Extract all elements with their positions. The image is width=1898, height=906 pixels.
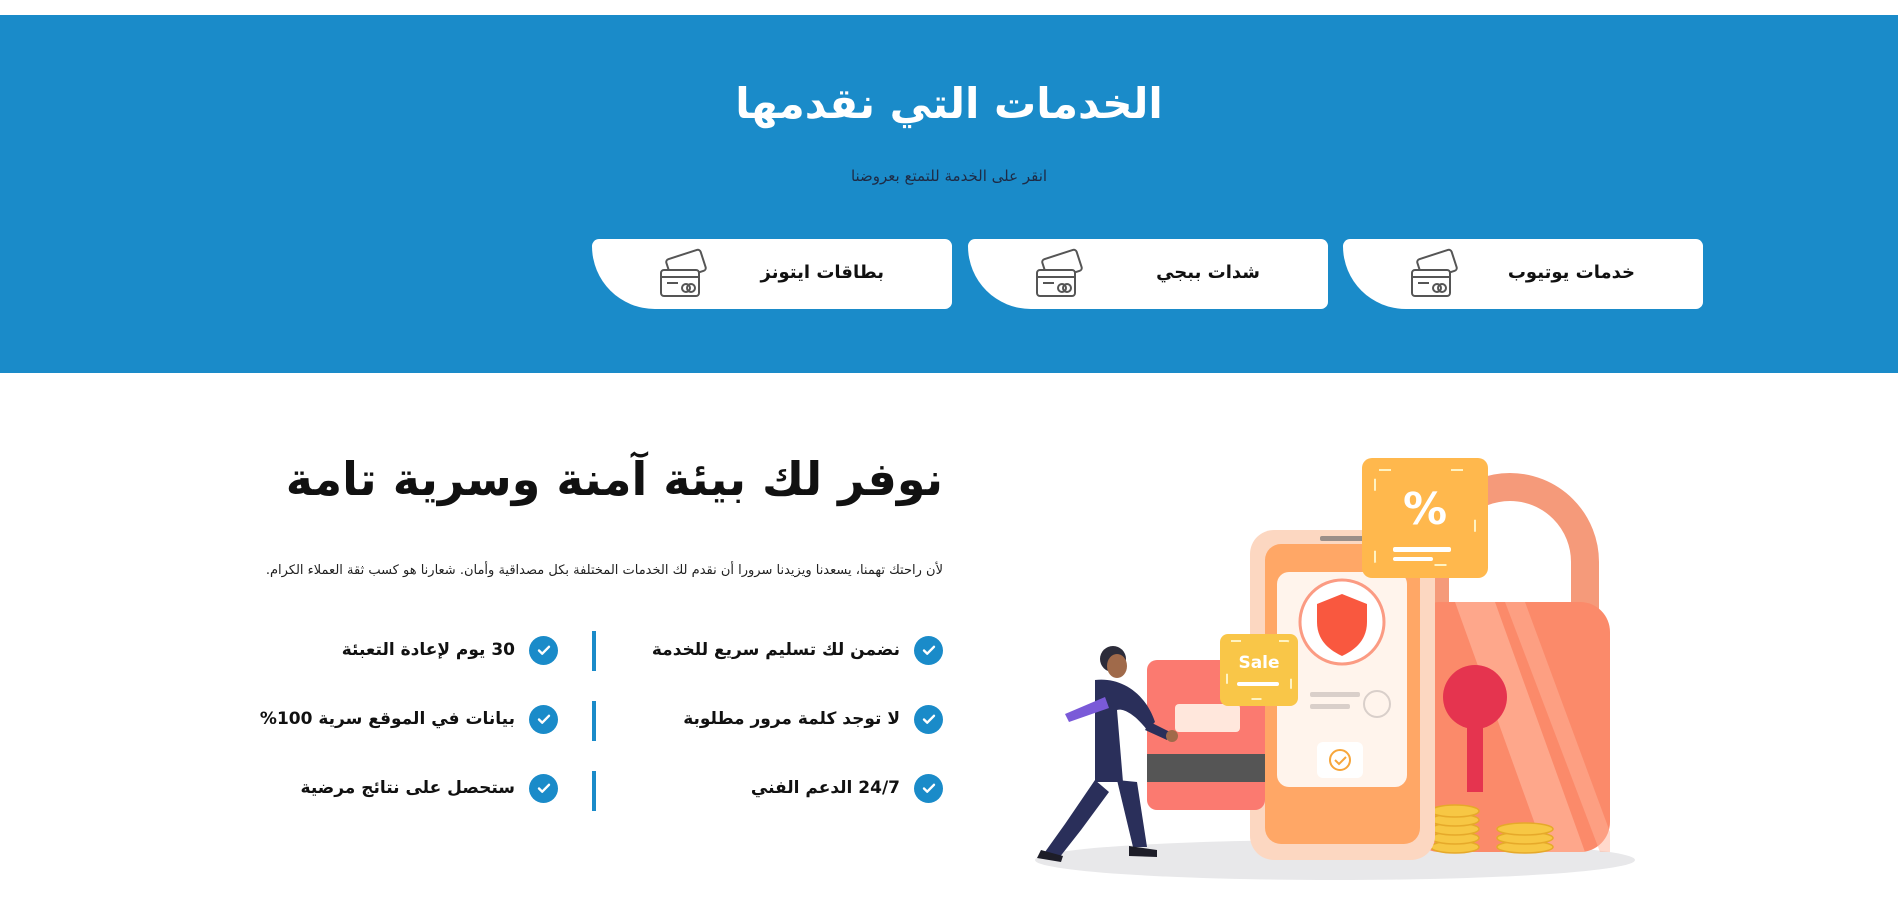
feature-item: 30 يوم لإعادة التعبئة [342, 634, 558, 666]
feature-text: 24/7 الدعم الفني [750, 778, 900, 798]
feature-text: ستحصل على نتائج مرضية [300, 778, 515, 798]
service-card-itunes[interactable]: بطاقات ايتونز [592, 239, 952, 309]
feature-divider [592, 771, 596, 811]
percent-badge: % [1403, 484, 1447, 535]
feature-text: 30 يوم لإعادة التعبئة [341, 640, 515, 660]
services-section: الخدمات التي نقدمها انقر على الخدمة للتم… [0, 15, 1898, 373]
credit-cards-icon [1036, 248, 1083, 297]
feature-text: لا توجد كلمة مرور مطلوبة [683, 709, 900, 729]
check-circle-icon [529, 635, 558, 665]
check-circle-icon [914, 704, 943, 734]
feature-text: بيانات في الموقع سرية 100% [259, 709, 515, 729]
service-card-youtube[interactable]: خدمات يوتيوب [1343, 239, 1703, 309]
service-card-pubg[interactable]: شدات ببجي [968, 239, 1328, 309]
feature-text: نضمن لك تسليم سريع للخدمة [651, 640, 900, 660]
services-subtitle: انقر على الخدمة للتمتع بعروضنا [850, 167, 1048, 185]
feature-item: لا توجد كلمة مرور مطلوبة [683, 703, 943, 735]
feature-divider [592, 701, 596, 741]
credit-cards-icon [1411, 248, 1458, 297]
service-card-label: بطاقات ايتونز [760, 262, 884, 283]
feature-item: نضمن لك تسليم سريع للخدمة [652, 634, 943, 666]
feature-divider [592, 631, 596, 671]
check-circle-icon [529, 704, 558, 734]
secure-description: لأن راحتك تهمنا، يسعدنا ويزيدنا سرورا أن… [265, 563, 943, 578]
feature-item: ستحصل على نتائج مرضية [301, 772, 558, 804]
feature-item: بيانات في الموقع سرية 100% [260, 703, 558, 735]
credit-cards-icon [660, 248, 707, 297]
check-circle-icon [914, 635, 943, 665]
service-card-label: خدمات يوتيوب [1507, 262, 1635, 283]
secure-shopping-illustration: Sale % [1035, 458, 1635, 880]
sale-badge: Sale [1238, 653, 1279, 673]
feature-item: 24/7 الدعم الفني [751, 772, 943, 804]
check-circle-icon [914, 773, 943, 803]
check-circle-icon [529, 773, 558, 803]
service-card-label: شدات ببجي [1156, 262, 1260, 283]
secure-title: نوفر لك بيئة آمنة وسرية تامة [285, 452, 943, 506]
services-title: الخدمات التي نقدمها [735, 79, 1163, 128]
